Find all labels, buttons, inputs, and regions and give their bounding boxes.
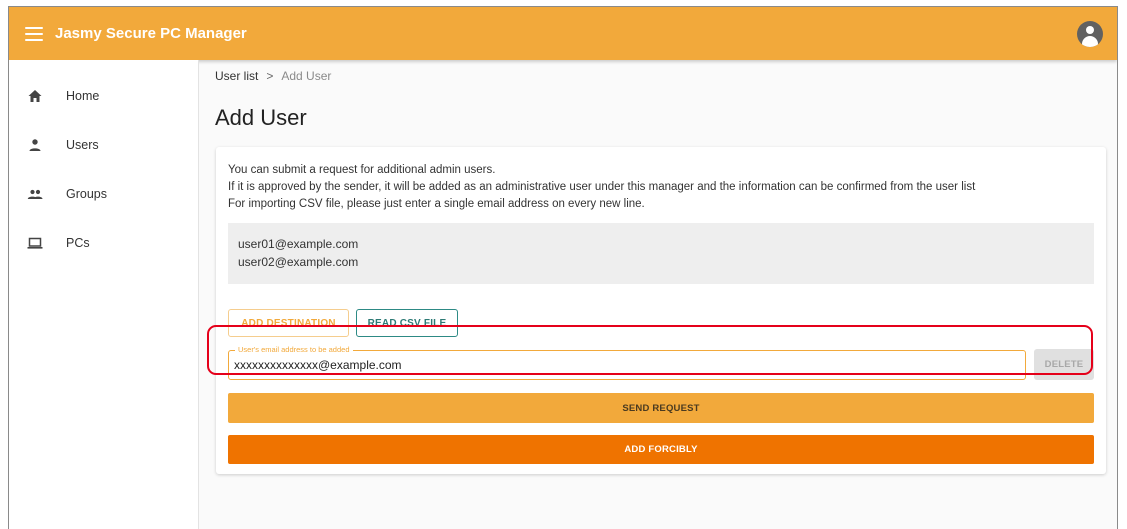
breadcrumb: User list > Add User <box>215 69 331 83</box>
email-list: user01@example.com user02@example.com <box>228 223 1094 284</box>
sidebar-item-pcs[interactable]: PCs <box>9 225 198 261</box>
person-icon <box>29 139 41 151</box>
add-forcibly-button[interactable]: ADD FORCIBLY <box>228 435 1094 464</box>
sidebar-item-label: PCs <box>66 236 90 250</box>
sidebar-item-label: Groups <box>66 187 107 201</box>
app-window: Jasmy Secure PC Manager Home Users Group… <box>8 6 1118 529</box>
avatar[interactable] <box>1077 21 1103 47</box>
read-csv-file-button[interactable]: READ CSV FILE <box>356 309 458 337</box>
description-line: If it is approved by the sender, it will… <box>228 181 976 193</box>
account-icon <box>1086 26 1094 34</box>
breadcrumb-user-list[interactable]: User list <box>215 69 258 83</box>
sidebar-item-home[interactable]: Home <box>9 78 198 114</box>
description: You can submit a request for additional … <box>228 162 975 213</box>
add-destination-button[interactable]: ADD DESTINATION <box>228 309 349 337</box>
description-line: For importing CSV file, please just ente… <box>228 198 645 210</box>
home-icon <box>28 90 42 102</box>
sidebar-item-label: Users <box>66 138 99 152</box>
description-line: You can submit a request for additional … <box>228 164 496 176</box>
menu-icon[interactable] <box>25 26 43 41</box>
page-title: Add User <box>215 105 307 130</box>
laptop-icon <box>27 237 43 249</box>
list-item: user02@example.com <box>238 254 359 269</box>
group-icon <box>27 189 43 199</box>
sidebar-item-label: Home <box>66 89 100 103</box>
delete-button[interactable]: DELETE <box>1034 349 1094 380</box>
app-title: Jasmy Secure PC Manager <box>55 25 247 42</box>
email-field-label: User's email address to be added <box>235 345 353 355</box>
send-request-button[interactable]: SEND REQUEST <box>228 393 1094 423</box>
sidebar-item-groups[interactable]: Groups <box>9 176 198 212</box>
list-item: user01@example.com <box>238 237 359 251</box>
email-field-value: xxxxxxxxxxxxxx@example.com <box>234 358 402 372</box>
app-bar: Jasmy Secure PC Manager <box>9 7 1117 60</box>
email-field[interactable]: User's email address to be added xxxxxxx… <box>228 345 1026 380</box>
sidebar-item-users[interactable]: Users <box>9 127 198 163</box>
breadcrumb-separator: > <box>266 69 274 83</box>
main-content: User list > Add User Add User You can subm… <box>199 60 1117 529</box>
sidebar: Home Users Groups PCs <box>9 60 199 529</box>
breadcrumb-current: Add User <box>281 69 332 83</box>
add-user-card: You can submit a request for additional … <box>216 147 1106 474</box>
